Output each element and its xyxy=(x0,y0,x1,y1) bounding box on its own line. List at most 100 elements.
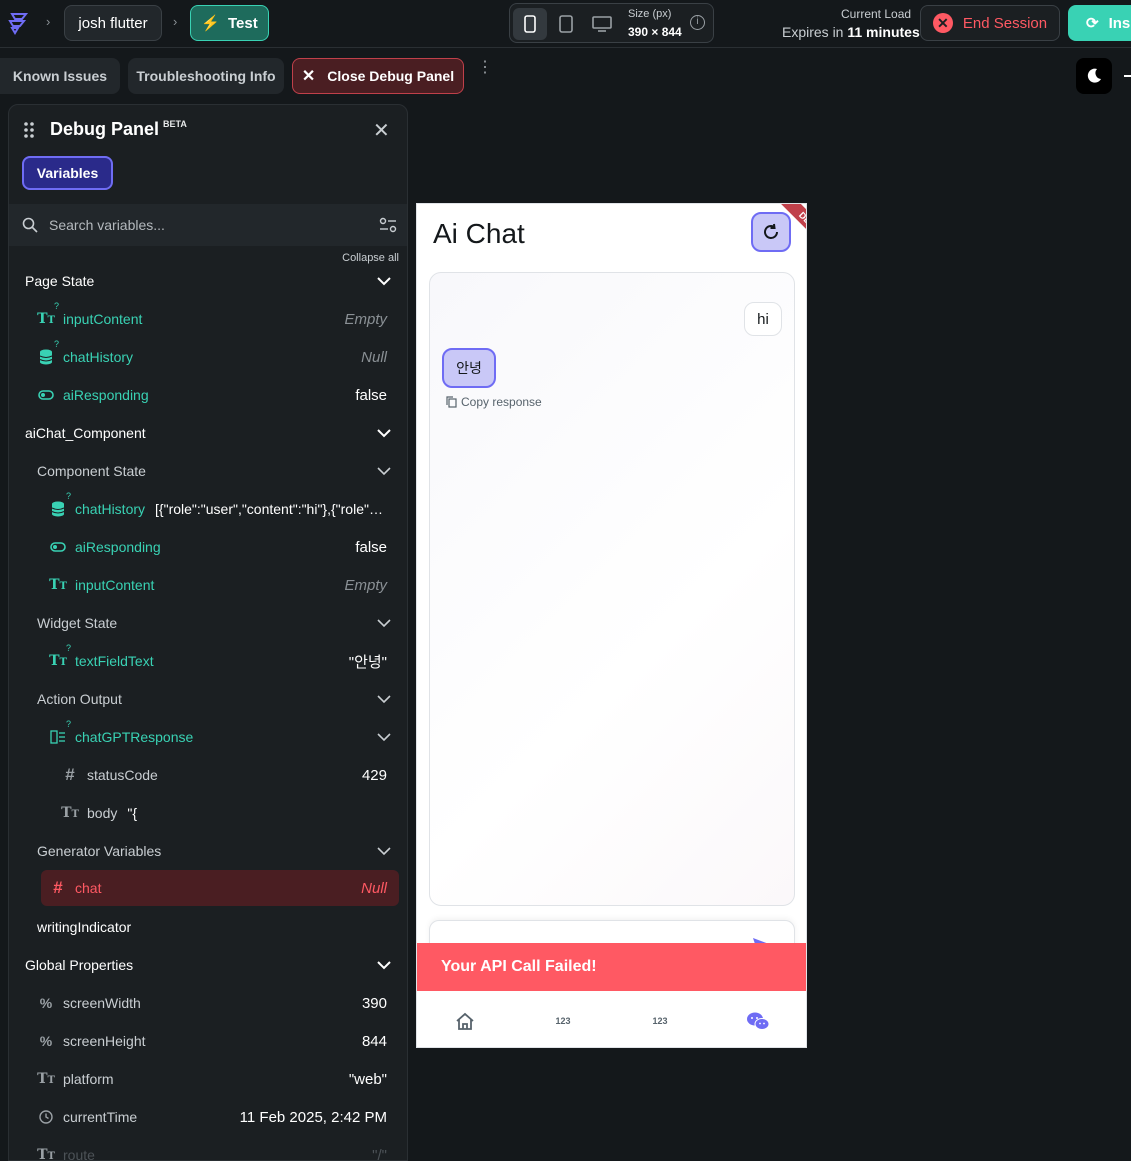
chevron-down-icon[interactable] xyxy=(377,729,391,745)
section-header[interactable]: aiChat_Component xyxy=(9,414,407,452)
desktop-device-button[interactable] xyxy=(585,8,619,40)
desktop-icon xyxy=(592,16,612,32)
more-vertical-icon[interactable]: ⋮ xyxy=(477,60,493,76)
dark-mode-toggle-button[interactable] xyxy=(1076,58,1112,94)
refresh-icon: ⟳ xyxy=(1086,15,1099,32)
variable-value: 429 xyxy=(361,766,387,784)
variable-row[interactable]: TT body "{ xyxy=(9,794,407,832)
text-icon: TT xyxy=(37,1071,55,1087)
troubleshooting-info-button[interactable]: Troubleshooting Info xyxy=(128,58,284,94)
text-icon: TT xyxy=(49,577,67,593)
variable-row[interactable]: TT? textFieldText "안녕" xyxy=(9,642,407,680)
subsection-header[interactable]: Generator Variables xyxy=(9,832,407,870)
text-icon: TT? xyxy=(49,643,71,669)
chevron-right-icon: › xyxy=(46,14,51,29)
phone-icon xyxy=(524,15,536,33)
chevron-down-icon[interactable] xyxy=(377,273,391,289)
section-label: Global Properties xyxy=(25,957,134,973)
nav-label: 123 xyxy=(652,1016,668,1026)
error-message: Your API Call Failed! xyxy=(441,958,597,975)
device-selector: Size (px) 390 × 844 i xyxy=(509,3,714,43)
filter-icon[interactable] xyxy=(379,217,397,233)
chevron-down-icon[interactable] xyxy=(377,425,391,441)
section-label: Component State xyxy=(37,463,146,479)
variable-row[interactable]: aiResponding false xyxy=(9,376,407,414)
nav-item-home[interactable] xyxy=(445,1009,485,1033)
variable-value: Null xyxy=(361,879,387,897)
end-session-button[interactable]: ✕ End Session xyxy=(920,5,1060,41)
variable-value: Empty xyxy=(344,576,387,594)
nav-item-chat[interactable] xyxy=(738,1009,778,1033)
minus-icon[interactable] xyxy=(1124,75,1131,77)
variable-value: "web" xyxy=(348,1070,387,1088)
variable-name: platform xyxy=(63,1071,114,1087)
toggle-icon xyxy=(37,386,55,404)
tablet-icon xyxy=(559,15,573,33)
test-mode-button[interactable]: ⚡ Test xyxy=(190,5,269,41)
variable-row[interactable]: TT inputContent Empty xyxy=(9,566,407,604)
section-header[interactable]: Global Properties xyxy=(9,946,407,984)
project-name-button[interactable]: josh flutter xyxy=(64,5,162,41)
variable-name: textFieldText xyxy=(75,653,154,669)
variable-value: 11 Feb 2025, 2:42 PM xyxy=(239,1108,387,1126)
moon-icon xyxy=(1087,68,1101,83)
chevron-down-icon[interactable] xyxy=(377,843,391,859)
tablet-device-button[interactable] xyxy=(549,8,583,40)
variable-row[interactable]: aiResponding false xyxy=(9,528,407,566)
variable-value: "/" xyxy=(372,1146,387,1161)
user-message-bubble: hi xyxy=(744,302,782,336)
variable-row[interactable]: TT? inputContent Empty xyxy=(9,300,407,338)
test-mode-label: Test xyxy=(227,14,258,32)
debug-panel-title: Debug Panel BETA xyxy=(50,119,187,139)
close-circle-icon: ✕ xyxy=(932,13,953,33)
subsection-header[interactable]: Action Output xyxy=(9,680,407,718)
debug-panel: Debug PanelBETA ✕ Variables Collapse all… xyxy=(8,104,408,1161)
refresh-button[interactable] xyxy=(751,212,791,252)
nav-item-3[interactable]: 123 xyxy=(640,1009,680,1033)
chat-messages-area[interactable]: hi 안녕 Copy response xyxy=(429,272,795,906)
variable-row[interactable]: writingIndicator xyxy=(9,908,407,946)
chevron-down-icon[interactable] xyxy=(377,691,391,707)
drag-handle-icon[interactable] xyxy=(23,121,35,144)
info-icon[interactable]: i xyxy=(690,15,705,30)
variable-row[interactable]: # chat Null xyxy=(41,870,399,906)
variable-row[interactable]: TT route "/" xyxy=(9,1136,407,1161)
close-debug-panel-button[interactable]: ✕ Close Debug Panel xyxy=(292,58,464,94)
variable-row[interactable]: % screenWidth 390 xyxy=(9,984,407,1022)
text-icon: TT? xyxy=(37,301,59,327)
inspect-button[interactable]: ⟳ Ins xyxy=(1068,5,1131,41)
variable-row[interactable]: ? chatHistory Null xyxy=(9,338,407,376)
close-icon[interactable]: ✕ xyxy=(373,118,390,143)
nav-item-2[interactable]: 123 xyxy=(543,1009,583,1033)
subsection-header[interactable]: Widget State xyxy=(9,604,407,642)
variable-name: inputContent xyxy=(75,577,155,593)
copy-response-button[interactable]: Copy response xyxy=(446,395,542,409)
variable-row[interactable]: ? chatHistory [{"role":"user","content":"h… xyxy=(9,490,407,528)
chevron-down-icon[interactable] xyxy=(377,615,391,631)
variable-row[interactable]: TT platform "web" xyxy=(9,1060,407,1098)
lightning-icon: ⚡ xyxy=(201,15,220,32)
variable-row[interactable]: % screenHeight 844 xyxy=(9,1022,407,1060)
chevron-down-icon[interactable] xyxy=(377,957,391,973)
chevron-right-icon: › xyxy=(173,14,178,29)
variable-row[interactable]: ? chatGPTResponse xyxy=(9,718,407,756)
flutterflow-logo-icon[interactable] xyxy=(6,10,32,41)
known-issues-button[interactable]: Known Issues xyxy=(0,58,120,94)
section-label: Page State xyxy=(25,273,95,289)
page-title: Ai Chat xyxy=(433,218,525,249)
variable-row[interactable]: currentTime 11 Feb 2025, 2:42 PM xyxy=(9,1098,407,1136)
section-header[interactable]: Page State xyxy=(9,262,407,300)
phone-device-button[interactable] xyxy=(513,8,547,40)
variable-name: aiResponding xyxy=(75,539,161,555)
subsection-header[interactable]: Component State xyxy=(9,452,407,490)
section-label: Generator Variables xyxy=(37,843,162,859)
tab-variables[interactable]: Variables xyxy=(22,156,113,190)
close-icon: ✕ xyxy=(301,68,316,85)
search-variables-input[interactable] xyxy=(49,204,349,246)
chevron-down-icon[interactable] xyxy=(377,463,391,479)
top-bar: › josh flutter › ⚡ Test Size (px) 390 × … xyxy=(0,0,1131,48)
size-label: Size (px) xyxy=(628,8,672,20)
variable-row[interactable]: # statusCode 429 xyxy=(9,756,407,794)
variable-name: chatHistory xyxy=(75,501,146,517)
section-label: Action Output xyxy=(37,691,122,707)
